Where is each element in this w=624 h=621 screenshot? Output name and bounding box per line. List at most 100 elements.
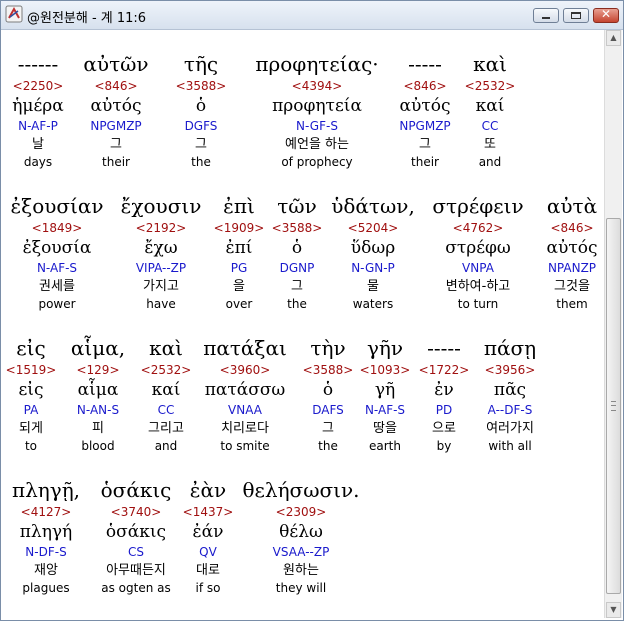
word-column[interactable]: τῆς <3588> ὁ DGFS 그 the [176, 50, 227, 171]
english-gloss: as ogten as [101, 581, 171, 595]
word-column[interactable]: ἐπὶ <1909> ἐπί PG 을 over [214, 192, 265, 313]
morphology-code[interactable]: DGFS [176, 117, 227, 135]
word-column[interactable]: πατάξαι <3960> πατάσσω VNAA 치리로다 to smit… [203, 334, 287, 455]
minimize-button[interactable] [533, 8, 559, 23]
lemma: αὐτός [546, 238, 598, 258]
morphology-code[interactable]: NPGMZP [83, 117, 148, 135]
title-bar[interactable]: @원전분해 - 계 11:6 ✕ [1, 1, 623, 30]
morphology-code[interactable]: CC [141, 401, 192, 419]
word-column[interactable]: εἰς <1519> εἰς PA 되게 to [6, 334, 57, 455]
morphology-code[interactable]: N-AF-S [360, 401, 411, 419]
strong-number[interactable]: <1909> [214, 220, 265, 237]
strong-number[interactable]: <2309> [242, 504, 359, 521]
morphology-code[interactable]: PA [6, 401, 57, 419]
strong-number[interactable]: <129> [71, 362, 125, 379]
greek-word: ἐξουσίαν [10, 194, 104, 218]
strong-number[interactable]: <846> [83, 78, 148, 95]
greek-word: ------ [17, 52, 59, 76]
scroll-up-button[interactable]: ▲ [606, 30, 621, 46]
word-column[interactable]: καὶ <2532> καί CC 그리고 and [141, 334, 192, 455]
word-column[interactable]: ὑδάτων, <5204> ὕδωρ N-GN-P 물 waters [331, 192, 415, 313]
strong-number[interactable]: <3588> [176, 78, 227, 95]
korean-gloss: 치리로다 [221, 421, 269, 436]
verse-row: πληγῇ, <4127> πληγή N-DF-S 재앙 plagues ὁσ… [1, 476, 601, 606]
word-column[interactable]: ἔχουσιν <2192> ἔχω VIPA--ZP 가지고 have [121, 192, 202, 313]
word-column[interactable]: γῆν <1093> γῆ N-AF-S 땅을 earth [360, 334, 411, 455]
morphology-code[interactable]: N-GF-S [255, 117, 378, 135]
vertical-scrollbar[interactable]: ▲ ▼ [604, 30, 622, 618]
strong-number[interactable]: <1519> [6, 362, 57, 379]
app-icon[interactable] [5, 5, 23, 23]
strong-number[interactable]: <3740> [101, 504, 172, 521]
morphology-code[interactable]: PD [419, 401, 470, 419]
word-column[interactable]: τὴν <3588> ὁ DAFS 그 the [303, 334, 354, 455]
morphology-code[interactable]: QV [183, 543, 234, 561]
word-column[interactable]: ἐξουσίαν <1849> ἐξουσία N-AF-S 권세를 power [10, 192, 103, 313]
scroll-down-button[interactable]: ▼ [606, 602, 621, 618]
morphology-code[interactable]: VIPA--ZP [121, 259, 202, 277]
morphology-code[interactable]: DGNP [272, 259, 323, 277]
english-gloss: by [436, 439, 452, 453]
strong-number[interactable]: <3588> [303, 362, 354, 379]
strong-number[interactable]: <2192> [121, 220, 202, 237]
word-column[interactable]: αὐτὰ <846> αὐτός NPANZP 그것을 them [547, 192, 598, 313]
morphology-code[interactable]: N-DF-S [12, 543, 80, 561]
korean-gloss: 그 [110, 137, 122, 152]
morphology-code[interactable]: CC [465, 117, 516, 135]
korean-gloss: 변하여-하고 [445, 279, 511, 294]
greek-word: ὁσάκις [100, 478, 172, 502]
strong-number[interactable]: <3588> [272, 220, 323, 237]
word-column[interactable]: ------ <2250> ἡμέρα N-AF-P 날 days [12, 50, 64, 171]
strong-number[interactable]: <1722> [419, 362, 470, 379]
morphology-code[interactable]: N-AF-P [12, 117, 64, 135]
morphology-code[interactable]: VNAA [203, 401, 287, 419]
morphology-code[interactable]: VNPA [432, 259, 523, 277]
word-column[interactable]: ----- <846> αὐτός NPGMZP 그 their [399, 50, 450, 171]
greek-word: γῆν [366, 336, 404, 360]
strong-number[interactable]: <4394> [255, 78, 378, 95]
word-column[interactable]: καὶ <2532> καί CC 또 and [465, 50, 516, 171]
strong-number[interactable]: <4127> [12, 504, 80, 521]
lemma: πληγή [19, 522, 73, 542]
morphology-code[interactable]: N-AF-S [10, 259, 103, 277]
morphology-code[interactable]: VSAA--ZP [242, 543, 359, 561]
morphology-code[interactable]: N-GN-P [331, 259, 415, 277]
word-column[interactable]: ----- <1722> ἐν PD 으로 by [419, 334, 470, 455]
word-column[interactable]: πάσῃ <3956> πᾶς A--DF-S 여러가지 with all [484, 334, 536, 455]
word-column[interactable]: πληγῇ, <4127> πληγή N-DF-S 재앙 plagues [12, 476, 80, 597]
greek-word: πάσῃ [483, 336, 537, 360]
morphology-code[interactable]: NPGMZP [399, 117, 450, 135]
strong-number[interactable]: <1849> [10, 220, 103, 237]
strong-number[interactable]: <2250> [12, 78, 64, 95]
word-column[interactable]: θελήσωσιν. <2309> θέλω VSAA--ZP 원하는 they… [242, 476, 359, 597]
strong-number[interactable]: <4762> [432, 220, 523, 237]
strong-number[interactable]: <846> [547, 220, 598, 237]
strong-number[interactable]: <3956> [484, 362, 536, 379]
word-column[interactable]: στρέφειν <4762> στρέφω VNPA 변하여-하고 to tu… [432, 192, 523, 313]
morphology-code[interactable]: CS [101, 543, 172, 561]
word-column[interactable]: ὁσάκις <3740> ὁσάκις CS 아무때든지 as ogten a… [101, 476, 172, 597]
morphology-code[interactable]: DAFS [303, 401, 354, 419]
chevron-down-icon: ▼ [610, 605, 617, 614]
strong-number[interactable]: <1437> [183, 504, 234, 521]
strong-number[interactable]: <3960> [203, 362, 287, 379]
scroll-thumb[interactable] [606, 218, 621, 594]
close-button[interactable]: ✕ [593, 7, 619, 23]
strong-number[interactable]: <5204> [331, 220, 415, 237]
strong-number[interactable]: <2532> [141, 362, 192, 379]
morphology-code[interactable]: A--DF-S [484, 401, 536, 419]
strong-number[interactable]: <846> [399, 78, 450, 95]
word-column[interactable]: προφητείας· <4394> προφητεία N-GF-S 예언을 … [255, 50, 378, 171]
morphology-code[interactable]: NPANZP [547, 259, 598, 277]
morphology-code[interactable]: N-AN-S [71, 401, 125, 419]
morphology-code[interactable]: PG [214, 259, 265, 277]
word-column[interactable]: τῶν <3588> ὁ DGNP 그 the [272, 192, 323, 313]
verse-row: εἰς <1519> εἰς PA 되게 to αἷμα, <129> αἷμα… [1, 334, 601, 464]
english-gloss: plagues [22, 581, 70, 595]
strong-number[interactable]: <1093> [360, 362, 411, 379]
maximize-button[interactable] [563, 8, 589, 23]
word-column[interactable]: αὐτῶν <846> αὐτός NPGMZP 그 their [83, 50, 148, 171]
word-column[interactable]: ἐὰν <1437> ἐάν QV 대로 if so [183, 476, 234, 597]
strong-number[interactable]: <2532> [465, 78, 516, 95]
word-column[interactable]: αἷμα, <129> αἷμα N-AN-S 피 blood [71, 334, 125, 455]
